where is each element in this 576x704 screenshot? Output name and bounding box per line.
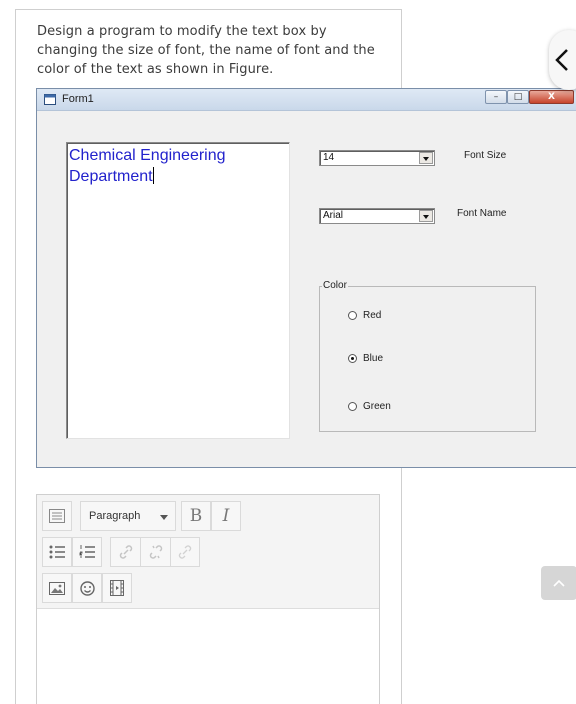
radio-label: Green <box>363 400 391 412</box>
font-name-value: Arial <box>323 210 344 221</box>
color-group-title: Color <box>322 280 348 291</box>
radio-label: Red <box>363 309 382 321</box>
link-icon[interactable] <box>110 537 140 567</box>
italic-button[interactable]: I <box>211 501 241 531</box>
chevron-down-icon <box>160 515 168 520</box>
form-window: Form1 – □ X Chemical Engineering Departm… <box>36 88 576 468</box>
radio-button-icon[interactable] <box>348 310 357 320</box>
form-client-area: Chemical Engineering Department 14 Font … <box>43 113 576 463</box>
editor-toolbar: Paragraph B I <box>37 495 379 609</box>
media-icon[interactable] <box>102 573 132 603</box>
form-icon <box>44 94 56 105</box>
chevron-up-icon <box>553 579 565 587</box>
numbered-list-icon[interactable] <box>72 537 102 567</box>
back-button[interactable] <box>549 30 576 90</box>
emoji-icon[interactable] <box>72 573 102 603</box>
image-icon[interactable] <box>42 573 72 603</box>
chevron-down-icon[interactable] <box>419 210 433 222</box>
anchor-icon[interactable] <box>170 537 200 567</box>
chevron-down-icon[interactable] <box>419 152 433 164</box>
toolbar-toggle-icon[interactable] <box>42 501 72 531</box>
bullet-list-icon[interactable] <box>42 537 72 567</box>
font-size-value: 14 <box>323 152 335 163</box>
radio-label: Blue <box>363 352 384 364</box>
text-box[interactable]: Chemical Engineering Department <box>66 142 290 439</box>
window-titlebar[interactable]: Form1 – □ X <box>37 89 576 111</box>
radio-green[interactable]: Green <box>348 399 391 413</box>
minimize-button[interactable]: – <box>485 90 507 104</box>
text-box-value: Chemical Engineering Department <box>69 147 226 185</box>
chevron-left-icon <box>555 49 568 71</box>
unlink-icon[interactable] <box>140 537 170 567</box>
font-size-combo[interactable]: 14 <box>319 150 435 166</box>
font-name-label: Font Name <box>457 208 507 219</box>
scroll-top-button[interactable] <box>541 566 576 600</box>
paragraph-label: Paragraph <box>89 510 141 522</box>
maximize-button[interactable]: □ <box>507 90 529 104</box>
close-button[interactable]: X <box>529 90 574 104</box>
text-caret <box>152 167 154 184</box>
radio-blue[interactable]: Blue <box>348 351 383 365</box>
question-text: Design a program to modify the text box … <box>37 24 375 77</box>
radio-button-icon[interactable] <box>348 401 357 411</box>
font-name-combo[interactable]: Arial <box>319 208 435 224</box>
font-size-label: Font Size <box>464 150 507 161</box>
radio-red[interactable]: Red <box>348 308 381 322</box>
radio-button-icon[interactable] <box>348 353 357 363</box>
answer-editor: Paragraph B I <box>36 494 380 704</box>
bold-button[interactable]: B <box>181 501 211 531</box>
paragraph-select[interactable]: Paragraph <box>80 501 176 531</box>
color-group: Color Red Blue Green <box>319 280 536 432</box>
window-title: Form1 <box>62 93 94 105</box>
